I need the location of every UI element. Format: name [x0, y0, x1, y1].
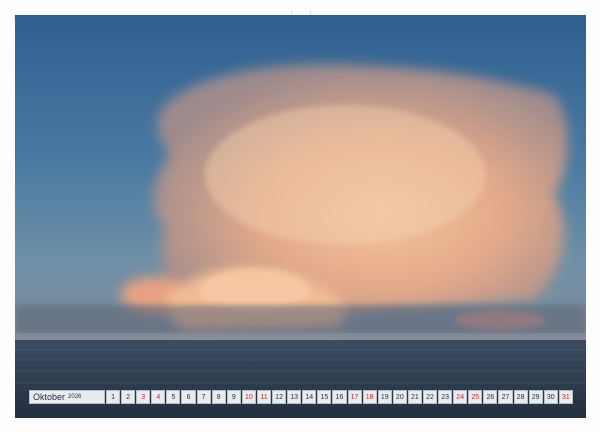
day-cells: 1 2 3 4 5 6 7 8 9 10 11 12 13 14 15 16 17 18 19 20 21 22 23 24 2… [106, 390, 573, 404]
day-cell: 29 [528, 390, 543, 404]
month-label: Oktober 2026 [29, 390, 105, 404]
day-cell: 12 [272, 390, 287, 404]
day-cell: 4 [151, 390, 166, 404]
day-number: 18 [365, 393, 374, 401]
day-cell: 30 [543, 390, 558, 404]
day-cell: 6 [181, 390, 196, 404]
day-cell: 1 [106, 390, 121, 404]
day-cell: 23 [438, 390, 453, 404]
day-number: 7 [201, 393, 206, 401]
calendar-strip: Oktober 2026 1 2 3 4 5 6 7 8 9 10 11 12 13 14 15 16 17 18… [29, 390, 573, 404]
day-cell: 22 [422, 390, 438, 404]
day-number: 10 [244, 393, 253, 401]
day-cell: 14 [302, 390, 317, 404]
day-cell: 27 [498, 390, 513, 404]
day-cell: 8 [211, 390, 226, 404]
day-number: 11 [260, 393, 268, 401]
day-number: 23 [441, 393, 449, 401]
month-name: Oktober [33, 392, 66, 402]
day-number: 20 [395, 393, 404, 401]
day-number: 28 [516, 393, 525, 401]
day-cell: 17 [347, 390, 362, 404]
landscape-photo [15, 15, 586, 418]
day-cell: 20 [392, 390, 407, 404]
day-number: 4 [156, 393, 161, 401]
day-cell: 19 [377, 390, 392, 404]
day-cell: 10 [241, 390, 256, 404]
day-number: 21 [411, 393, 419, 401]
day-number: 29 [531, 393, 540, 401]
day-cell: 2 [121, 390, 136, 404]
day-number: 22 [426, 393, 434, 401]
day-number: 15 [320, 393, 329, 401]
day-cell: 7 [196, 390, 211, 404]
day-number: 26 [486, 393, 495, 401]
day-cell: 21 [407, 390, 422, 404]
day-number: 16 [335, 393, 344, 401]
day-number: 8 [216, 393, 221, 401]
day-cell: 28 [513, 390, 528, 404]
day-number: 2 [126, 393, 131, 401]
day-number: 25 [471, 393, 480, 401]
day-cell: 16 [332, 390, 347, 404]
day-cell: 24 [453, 390, 468, 404]
day-cell: 11 [256, 390, 272, 404]
day-number: 3 [141, 393, 146, 401]
day-cell: 26 [483, 390, 498, 404]
day-number: 13 [290, 393, 299, 401]
day-cell: 25 [468, 390, 483, 404]
photo-cloud-over-sea [15, 15, 586, 418]
sea [15, 340, 586, 418]
day-number: 6 [186, 393, 191, 401]
day-number: 14 [305, 393, 314, 401]
day-number: 31 [561, 393, 570, 401]
month-year: 2026 [68, 394, 82, 400]
day-number: 1 [111, 393, 115, 401]
day-cell: 3 [136, 390, 151, 404]
day-cell: 13 [287, 390, 302, 404]
day-number: 30 [546, 393, 555, 401]
day-number: 24 [456, 393, 465, 401]
calendar-page: Oktober 2026 1 2 3 4 5 6 7 8 9 10 11 12 13 14 15 16 17 18… [0, 0, 600, 432]
day-number: 9 [231, 393, 236, 401]
day-number: 17 [350, 393, 359, 401]
day-number: 5 [171, 393, 176, 401]
day-cell: 15 [317, 390, 332, 404]
day-cell: 5 [166, 390, 181, 404]
day-number: 12 [275, 393, 283, 401]
day-cell: 31 [558, 390, 573, 404]
day-cell: 18 [362, 390, 377, 404]
day-cell: 9 [226, 390, 241, 404]
day-number: 27 [501, 393, 510, 401]
day-number: 19 [380, 393, 389, 401]
